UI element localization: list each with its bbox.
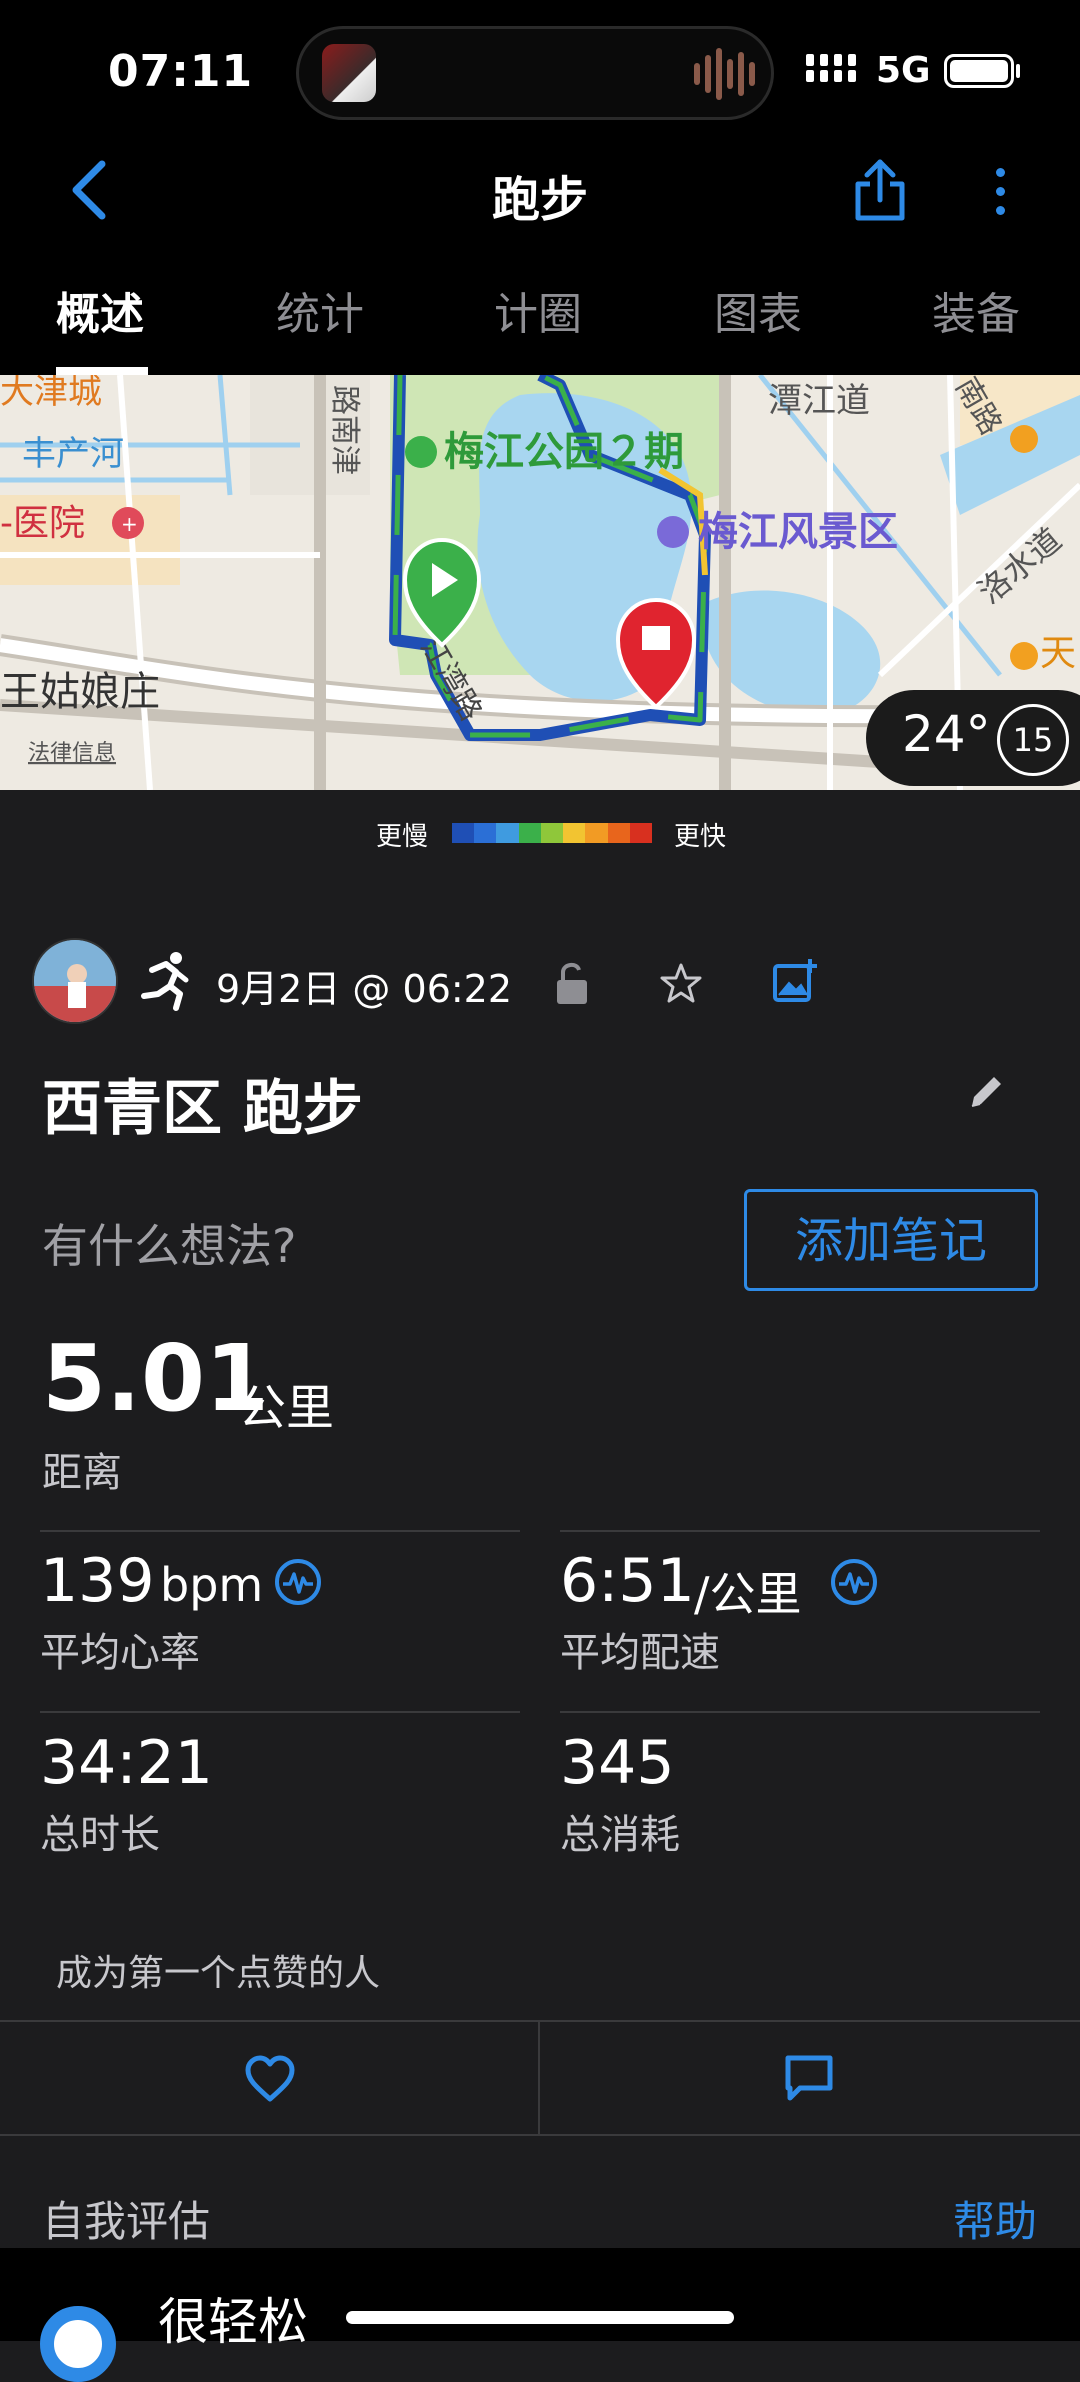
cellular-signal-icon xyxy=(806,54,856,82)
now-playing-artwork xyxy=(322,44,376,102)
pace-color-segment xyxy=(629,823,652,843)
svg-text:丰产河: 丰产河 xyxy=(22,434,124,474)
favorite-star-icon[interactable] xyxy=(660,962,702,1004)
svg-text:-医院: -医院 xyxy=(0,503,85,544)
heart-rate-chart-icon[interactable] xyxy=(274,1558,322,1606)
distance-label: 距离 xyxy=(42,1450,122,1496)
duration-label: 总时长 xyxy=(40,1812,160,1858)
tab-overview[interactable]: 概述 xyxy=(56,278,144,342)
divider xyxy=(40,1530,520,1532)
thoughts-prompt[interactable]: 有什么想法? xyxy=(42,1210,296,1276)
audio-wave-icon xyxy=(694,46,755,102)
network-type: 5G xyxy=(876,50,931,91)
pace-color-segment xyxy=(607,823,630,843)
tab-bar: 概述 统计 计圈 图表 装备 xyxy=(0,278,1080,375)
avg-pace-unit: /公里 xyxy=(694,1567,802,1621)
running-icon xyxy=(136,950,196,1012)
svg-text:天: 天 xyxy=(1040,633,1076,674)
svg-text:法律信息: 法律信息 xyxy=(28,741,116,766)
svg-text:大津城: 大津城 xyxy=(0,375,102,412)
edit-pencil-icon[interactable] xyxy=(966,1072,1006,1112)
svg-text:梅江风景区: 梅江风景区 xyxy=(698,509,898,555)
pace-color-segment xyxy=(496,823,519,843)
user-avatar[interactable] xyxy=(32,938,118,1024)
duration-value: 34:21 xyxy=(40,1728,213,1798)
calories-value: 345 xyxy=(560,1728,675,1798)
divider xyxy=(538,2020,540,2136)
privacy-lock-icon[interactable] xyxy=(554,960,590,1006)
tab-stats[interactable]: 统计 xyxy=(276,278,364,342)
avg-pace-value: 6:51 xyxy=(560,1546,695,1616)
pace-color-segment xyxy=(585,823,608,843)
battery-icon xyxy=(944,54,1014,88)
tab-gear[interactable]: 装备 xyxy=(932,278,1020,342)
distance-value: 5.01 xyxy=(42,1325,269,1432)
pace-chart-icon[interactable] xyxy=(830,1558,878,1606)
self-evaluation-heading: 自我评估 xyxy=(42,2197,211,2246)
pace-color-scale xyxy=(452,823,652,843)
comment-button[interactable] xyxy=(784,2054,834,2104)
divider xyxy=(560,1711,1040,1713)
avg-pace-label: 平均配速 xyxy=(560,1630,720,1676)
active-tab-indicator xyxy=(56,367,148,375)
add-photo-icon[interactable] xyxy=(772,957,818,1003)
divider xyxy=(560,1530,1040,1532)
comment-icon xyxy=(785,2055,833,2101)
divider xyxy=(40,1711,520,1713)
pace-color-segment xyxy=(540,823,564,843)
calories-label: 总消耗 xyxy=(560,1812,680,1858)
more-options-button[interactable] xyxy=(985,160,1015,230)
help-link[interactable]: 帮助 xyxy=(953,2188,1037,2249)
svg-text:潭江道: 潭江道 xyxy=(768,381,870,421)
pace-color-segment xyxy=(474,823,497,843)
svg-text:王姑娘庄: 王姑娘庄 xyxy=(0,669,160,715)
pace-color-segment xyxy=(518,823,541,843)
svg-text:路南津: 路南津 xyxy=(327,385,362,475)
activity-date: 9月2日 @ 06:22 xyxy=(216,967,513,1011)
page-title: 跑步 xyxy=(491,172,588,228)
like-button[interactable] xyxy=(244,2055,296,2103)
share-icon xyxy=(855,159,905,221)
status-time: 07:11 xyxy=(108,46,254,97)
pace-color-segment xyxy=(563,823,586,843)
svg-text:梅江公园２期: 梅江公园２期 xyxy=(444,429,684,475)
weather-temperature: 24° xyxy=(902,705,991,763)
tab-charts[interactable]: 图表 xyxy=(714,278,802,342)
pace-legend-slow: 更慢 xyxy=(376,822,429,852)
avg-hr-unit: bpm xyxy=(160,1558,264,1612)
activity-title[interactable]: 西青区 跑步 xyxy=(42,1060,363,1147)
pace-color-segment xyxy=(452,823,475,843)
eval-option-label: 很轻松 xyxy=(158,2293,308,2351)
battery-tip xyxy=(1016,64,1020,78)
share-button[interactable] xyxy=(850,156,910,226)
home-indicator[interactable] xyxy=(346,2311,734,2324)
avg-hr-value: 139 xyxy=(40,1546,155,1616)
social-action-bar xyxy=(0,2020,1080,2136)
wind-speed-indicator: 15 xyxy=(997,704,1069,776)
avg-hr-label: 平均心率 xyxy=(40,1630,200,1676)
pace-legend-fast: 更快 xyxy=(674,822,727,852)
heart-icon xyxy=(245,2055,295,2102)
tab-laps[interactable]: 计圈 xyxy=(494,278,582,342)
likes-text: 成为第一个点赞的人 xyxy=(56,1953,381,1994)
distance-unit: 公里 xyxy=(238,1380,335,1436)
add-note-button[interactable]: 添加笔记 xyxy=(744,1189,1038,1291)
svg-text:+: + xyxy=(121,512,138,536)
radio-icon[interactable] xyxy=(40,2306,116,2382)
more-vertical-icon xyxy=(985,160,1015,215)
